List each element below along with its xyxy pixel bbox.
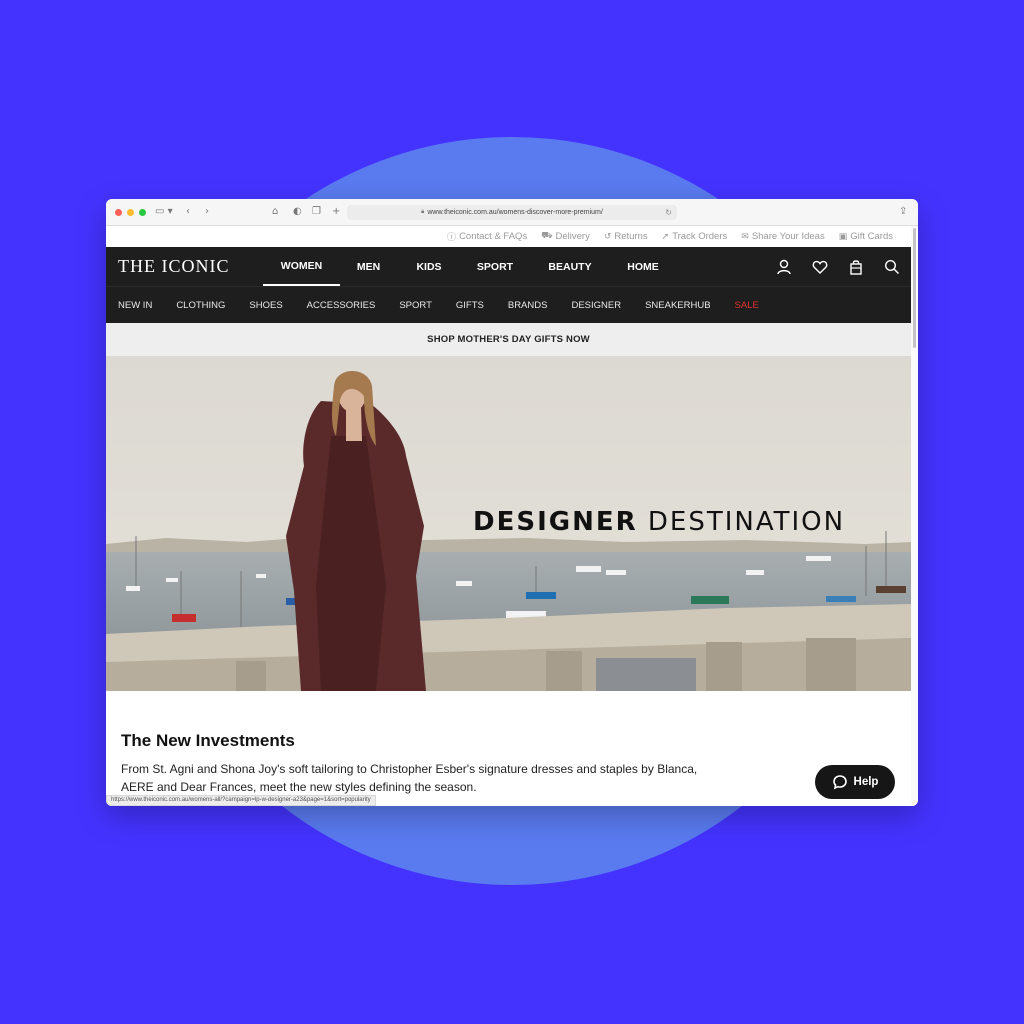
hero-title-bold: DESIGNER (473, 507, 638, 537)
sidebar-icon[interactable]: ▭ ▾ (155, 206, 173, 218)
tab-kids[interactable]: KIDS (397, 247, 461, 286)
subnav-clothing[interactable]: CLOTHING (176, 300, 225, 311)
chat-bubble-icon (832, 775, 847, 790)
utility-link-share-ideas[interactable]: ✉ Share Your Ideas (741, 231, 824, 242)
editorial-section: The New Investments From St. Agni and Sh… (106, 691, 911, 796)
subnav-sneakerhub[interactable]: SNEAKERHUB (645, 300, 710, 311)
tabs-overview-icon[interactable]: ❐ (312, 206, 321, 218)
subnav-sale[interactable]: SALE (735, 300, 759, 311)
megaphone-icon: ✉ (741, 231, 749, 242)
utility-link-gift-cards[interactable]: ▣ Gift Cards (839, 231, 893, 242)
subnav-new-in[interactable]: NEW IN (118, 300, 152, 311)
search-icon[interactable] (883, 258, 901, 276)
utility-label: Delivery (555, 231, 590, 242)
utility-label: Gift Cards (850, 231, 893, 242)
section-body: From St. Agni and Shona Joy's soft tailo… (121, 762, 698, 794)
subnav-designer[interactable]: DESIGNER (571, 300, 621, 311)
department-tabs: WOMEN MEN KIDS SPORT BEAUTY HOME (263, 247, 675, 286)
help-label: Help (853, 776, 879, 788)
utility-link-delivery[interactable]: ⛟ Delivery (541, 231, 590, 242)
tab-home[interactable]: HOME (611, 247, 675, 286)
promo-banner[interactable]: SHOP MOTHER'S DAY GIFTS NOW (106, 323, 911, 356)
scrollbar-thumb[interactable] (913, 228, 916, 348)
site-logo[interactable]: THE ICONIC (118, 256, 263, 277)
subnav-brands[interactable]: BRANDS (508, 300, 548, 311)
tab-beauty[interactable]: BEAUTY (529, 247, 611, 286)
send-icon: ➚ (661, 231, 670, 242)
hero-title-light: DESTINATION (647, 507, 846, 537)
wishlist-heart-icon[interactable] (811, 258, 829, 276)
main-navigation: THE ICONIC WOMEN MEN KIDS SPORT BEAUTY H… (106, 247, 911, 286)
back-icon[interactable]: ‹ (186, 206, 190, 218)
close-window-button[interactable] (115, 208, 122, 216)
shopping-bag-icon[interactable] (847, 258, 865, 276)
browser-window: ▭ ▾ ‹ › ⌂ ◐ ❐ + 🔒︎ www.theiconic.com.au/… (106, 199, 918, 806)
utility-label: Track Orders (672, 231, 728, 242)
utility-label: Contact & FAQs (459, 231, 528, 242)
web-page: ⓘ Contact & FAQs ⛟ Delivery ↺ Returns ➚ Trac… (106, 226, 911, 806)
forward-icon[interactable]: › (205, 206, 209, 218)
help-circle-icon: ⓘ (447, 233, 457, 243)
subnav-gifts[interactable]: GIFTS (456, 300, 484, 311)
minimize-window-button[interactable] (127, 208, 134, 216)
address-url: www.theiconic.com.au/womens-discover-mor… (427, 209, 603, 216)
utility-link-track-orders[interactable]: ➚ Track Orders (662, 231, 728, 242)
return-icon: ↺ (603, 231, 612, 242)
truck-icon: ⛟ (541, 231, 553, 241)
section-title: The New Investments (121, 731, 295, 750)
gift-card-icon: ▣ (838, 231, 848, 242)
category-navigation: NEW IN CLOTHING SHOES ACCESSORIES SPORT … (106, 286, 911, 323)
hero-banner[interactable]: DESIGNER DESTINATION (106, 356, 911, 691)
home-icon[interactable]: ⌂ (272, 206, 278, 218)
lock-icon: 🔒︎ (421, 209, 425, 215)
tab-sport[interactable]: SPORT (461, 247, 529, 286)
new-tab-icon[interactable]: + (332, 206, 340, 218)
browser-toolbar: ▭ ▾ ‹ › ⌂ ◐ ❐ + 🔒︎ www.theiconic.com.au/… (106, 199, 918, 226)
zoom-window-button[interactable] (139, 208, 146, 216)
tab-women[interactable]: WOMEN (263, 247, 340, 286)
hero-title: DESIGNER DESTINATION (473, 507, 845, 537)
page-scrollbar[interactable] (911, 226, 918, 806)
status-bar-url: https://www.theiconic.com.au/womens-all/… (106, 795, 376, 806)
shield-icon[interactable]: ◐ (293, 206, 302, 218)
window-controls (115, 208, 146, 216)
share-icon[interactable]: ⇪ (899, 206, 907, 218)
tab-men[interactable]: MEN (340, 247, 397, 286)
utility-link-returns[interactable]: ↺ Returns (604, 231, 648, 242)
utility-link-contact[interactable]: ⓘ Contact & FAQs (447, 230, 527, 243)
utility-label: Share Your Ideas (751, 231, 825, 242)
account-icon[interactable] (775, 258, 793, 276)
header-icons (775, 247, 901, 286)
utility-bar: ⓘ Contact & FAQs ⛟ Delivery ↺ Returns ➚ Trac… (106, 226, 911, 247)
subnav-sport[interactable]: SPORT (399, 300, 432, 311)
subnav-shoes[interactable]: SHOES (249, 300, 282, 311)
reload-icon[interactable]: ↻ (665, 208, 672, 217)
help-button[interactable]: Help (815, 765, 895, 799)
subnav-accessories[interactable]: ACCESSORIES (307, 300, 376, 311)
utility-label: Returns (614, 231, 648, 242)
address-bar[interactable]: 🔒︎ www.theiconic.com.au/womens-discover-… (347, 205, 677, 220)
